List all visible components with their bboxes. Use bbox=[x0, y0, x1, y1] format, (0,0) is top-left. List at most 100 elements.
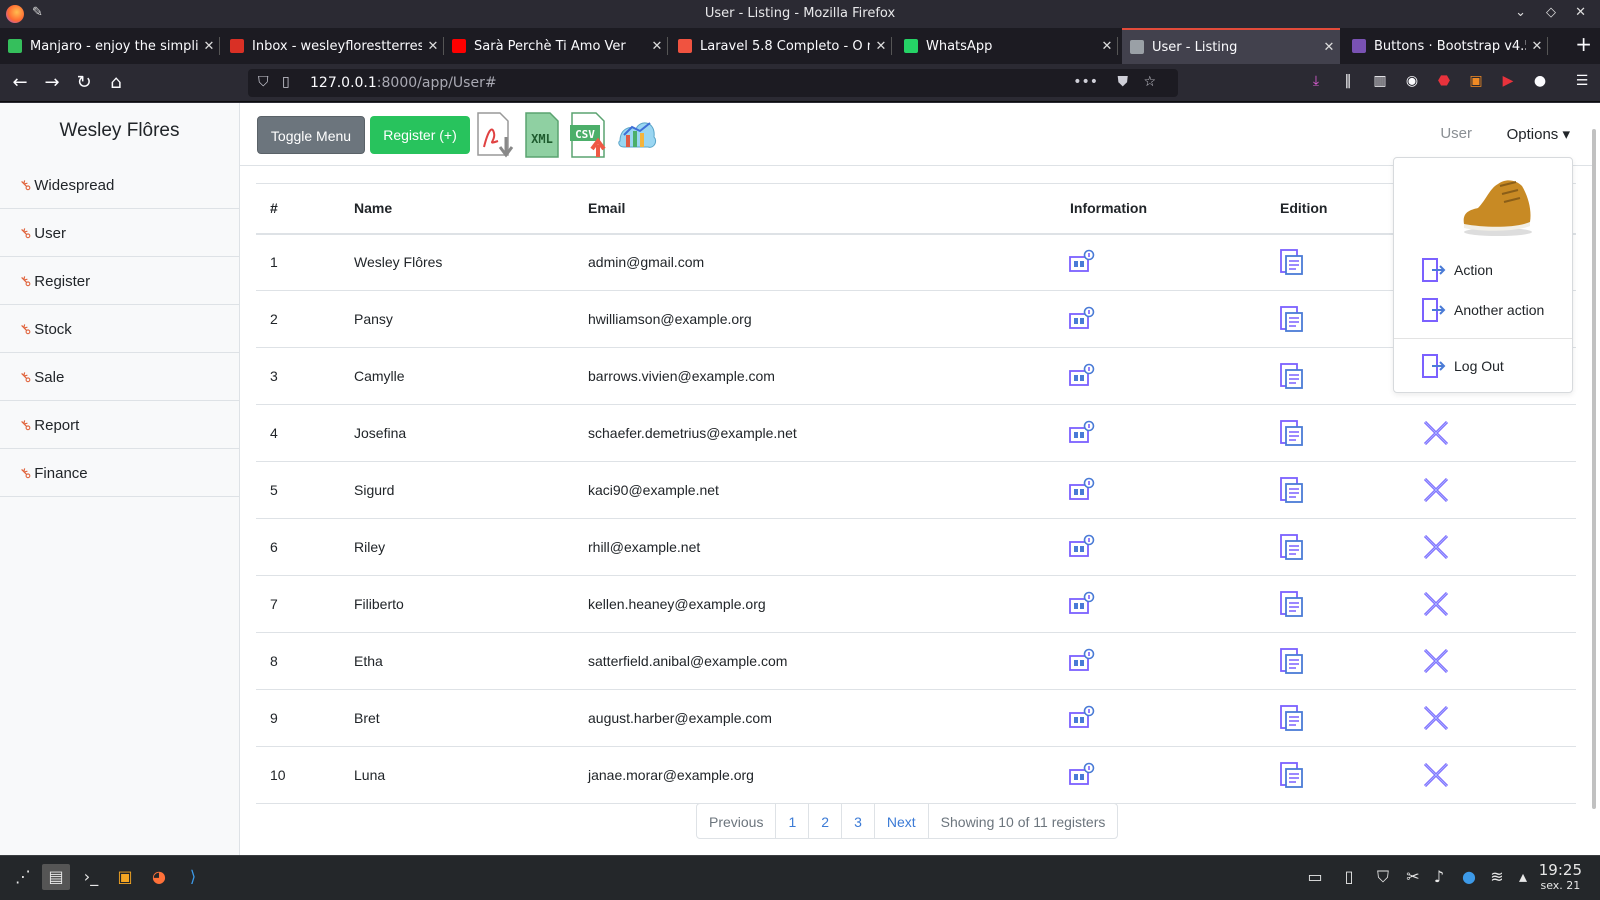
bluetooth-icon[interactable]: ● bbox=[1456, 864, 1482, 890]
info-icon[interactable] bbox=[1068, 249, 1266, 275]
tab-close-icon[interactable]: ✕ bbox=[1526, 39, 1548, 54]
downloads-icon[interactable]: ⤓ bbox=[1306, 73, 1326, 93]
edit-icon[interactable] bbox=[1278, 647, 1412, 675]
sidebar-item-report[interactable]: ⚷Report bbox=[0, 401, 239, 449]
tools-icon[interactable]: ✂ bbox=[1400, 864, 1426, 890]
desktop-pager-icon[interactable]: ▤ bbox=[42, 864, 70, 890]
page-scrollbar[interactable] bbox=[1592, 129, 1596, 809]
edit-icon[interactable] bbox=[1278, 533, 1412, 561]
tab-6[interactable]: User - Listing ✕ bbox=[1122, 28, 1340, 64]
edit-icon[interactable] bbox=[1278, 761, 1412, 789]
new-tab-icon[interactable]: + bbox=[1575, 32, 1592, 56]
edit-icon[interactable] bbox=[1278, 704, 1412, 732]
home-icon[interactable]: ⌂ bbox=[104, 71, 128, 95]
volume-icon[interactable]: ♪ bbox=[1426, 864, 1452, 890]
csv-upload-icon[interactable]: CSV bbox=[568, 111, 610, 159]
info-icon[interactable] bbox=[1068, 705, 1266, 731]
tab-close-icon[interactable]: ✕ bbox=[646, 39, 668, 54]
show-desktop-icon[interactable]: ▭ bbox=[1302, 864, 1328, 890]
info-icon[interactable] bbox=[1068, 591, 1266, 617]
info-icon[interactable] bbox=[1068, 420, 1266, 446]
pagination-page-2[interactable]: 2 bbox=[809, 804, 843, 838]
toggle-menu-button[interactable]: Toggle Menu bbox=[257, 116, 365, 154]
more-actions-icon[interactable]: ••• bbox=[1073, 74, 1098, 90]
sidebar-item-stock[interactable]: ⚷Stock bbox=[0, 305, 239, 353]
tab-close-icon[interactable]: ✕ bbox=[870, 39, 892, 54]
info-icon[interactable] bbox=[1068, 534, 1266, 560]
delete-icon[interactable] bbox=[1422, 533, 1576, 561]
pdf-download-icon[interactable] bbox=[474, 111, 516, 159]
adblock-icon[interactable]: ⬣ bbox=[1434, 73, 1454, 93]
sidebar-item-finance[interactable]: ⚷Finance bbox=[0, 449, 239, 497]
pagination-next[interactable]: Next bbox=[875, 804, 929, 838]
tab-5[interactable]: WhatsApp ✕ bbox=[896, 28, 1118, 64]
tab-7[interactable]: Buttons · Bootstrap v4.5 ✕ bbox=[1344, 28, 1548, 64]
edit-icon[interactable] bbox=[1278, 590, 1412, 618]
info-icon[interactable] bbox=[1068, 762, 1266, 788]
pagination-previous[interactable]: Previous bbox=[697, 804, 777, 838]
delete-icon[interactable] bbox=[1422, 419, 1576, 447]
delete-icon[interactable] bbox=[1422, 476, 1576, 504]
terminal-icon[interactable]: ›_ bbox=[78, 864, 104, 890]
delete-icon[interactable] bbox=[1422, 590, 1576, 618]
file-manager-icon[interactable]: ▣ bbox=[112, 864, 138, 890]
sidebar-toggle-icon[interactable]: ▥ bbox=[1370, 73, 1390, 93]
edit-icon[interactable] bbox=[1278, 476, 1412, 504]
info-icon[interactable] bbox=[1068, 363, 1266, 389]
forward-icon[interactable]: → bbox=[40, 71, 64, 95]
pocket-icon[interactable]: ⛊ bbox=[1118, 74, 1129, 90]
minimize-icon[interactable]: ⌄ bbox=[1515, 5, 1526, 20]
sidebar-item-user[interactable]: ⚷User bbox=[0, 209, 239, 257]
wifi-icon[interactable]: ≋ bbox=[1484, 864, 1510, 890]
back-icon[interactable]: ← bbox=[8, 71, 32, 95]
dropdown-item-action[interactable]: Action bbox=[1420, 254, 1493, 286]
firefox-taskbar-icon[interactable]: ◕ bbox=[146, 864, 172, 890]
sidebar-item-widespread[interactable]: ⚷Widespread bbox=[0, 161, 239, 209]
tray-expand-icon[interactable]: ▴ bbox=[1510, 864, 1536, 890]
library-icon[interactable]: ‖ bbox=[1338, 73, 1358, 93]
report-chart-icon[interactable] bbox=[616, 111, 658, 159]
extension-icon[interactable]: ▣ bbox=[1466, 73, 1486, 93]
tab-2[interactable]: Inbox - wesleyflorestterres ✕ bbox=[222, 28, 444, 64]
tab-4[interactable]: Laravel 5.8 Completo - O n ✕ bbox=[670, 28, 892, 64]
pagination-page-3[interactable]: 3 bbox=[842, 804, 875, 838]
clock[interactable]: 19:25 sex. 21 bbox=[1539, 862, 1582, 894]
edit-icon[interactable] bbox=[1278, 248, 1412, 276]
close-window-icon[interactable]: ✕ bbox=[1575, 5, 1586, 20]
page-info-icon[interactable]: ▯ bbox=[282, 74, 290, 90]
user-avatar-shoe-image[interactable] bbox=[1456, 166, 1538, 238]
info-icon[interactable] bbox=[1068, 648, 1266, 674]
tab-close-icon[interactable]: ✕ bbox=[422, 39, 444, 54]
tab-close-icon[interactable]: ✕ bbox=[1318, 40, 1340, 55]
pagination-page-1[interactable]: 1 bbox=[776, 804, 810, 838]
delete-icon[interactable] bbox=[1422, 704, 1576, 732]
app-launcher-icon[interactable]: ⋰ bbox=[10, 864, 36, 890]
info-icon[interactable] bbox=[1068, 306, 1266, 332]
info-icon[interactable] bbox=[1068, 477, 1266, 503]
options-dropdown-toggle[interactable]: Options ▾ bbox=[1507, 125, 1570, 143]
edit-icon[interactable] bbox=[1278, 362, 1412, 390]
url-text[interactable]: 127.0.0.1:8000/app/User# bbox=[310, 75, 497, 91]
vscode-icon[interactable]: ⟩ bbox=[180, 864, 206, 890]
sidebar-item-register[interactable]: ⚷Register bbox=[0, 257, 239, 305]
edit-icon[interactable] bbox=[1278, 419, 1412, 447]
register-button[interactable]: Register (+) bbox=[370, 116, 470, 154]
xml-export-icon[interactable]: XML bbox=[522, 111, 564, 159]
dropdown-item-another-action[interactable]: Another action bbox=[1420, 294, 1544, 326]
maximize-icon[interactable]: ◇ bbox=[1546, 5, 1556, 20]
security-shield-icon[interactable]: ⛉ bbox=[1370, 864, 1396, 890]
tab-close-icon[interactable]: ✕ bbox=[1096, 39, 1118, 54]
tab-3[interactable]: Sarà Perchè Ti Amo Ver ✕ bbox=[444, 28, 668, 64]
user-link[interactable]: User bbox=[1440, 125, 1472, 142]
video-extension-icon[interactable]: ▶ bbox=[1498, 73, 1518, 93]
github-icon[interactable]: ● bbox=[1530, 73, 1550, 93]
tab-1[interactable]: Manjaro - enjoy the simpli ✕ bbox=[0, 28, 220, 64]
url-bar[interactable]: ⛉ ▯ 127.0.0.1:8000/app/User# ••• ⛊ ☆ bbox=[248, 69, 1178, 97]
delete-icon[interactable] bbox=[1422, 647, 1576, 675]
dropdown-item-logout[interactable]: Log Out bbox=[1420, 350, 1504, 382]
delete-icon[interactable] bbox=[1422, 761, 1576, 789]
account-icon[interactable]: ◉ bbox=[1402, 73, 1422, 93]
sidebar-brand[interactable]: Wesley Flôres bbox=[0, 103, 239, 161]
sidebar-item-sale[interactable]: ⚷Sale bbox=[0, 353, 239, 401]
tab-close-icon[interactable]: ✕ bbox=[198, 39, 220, 54]
